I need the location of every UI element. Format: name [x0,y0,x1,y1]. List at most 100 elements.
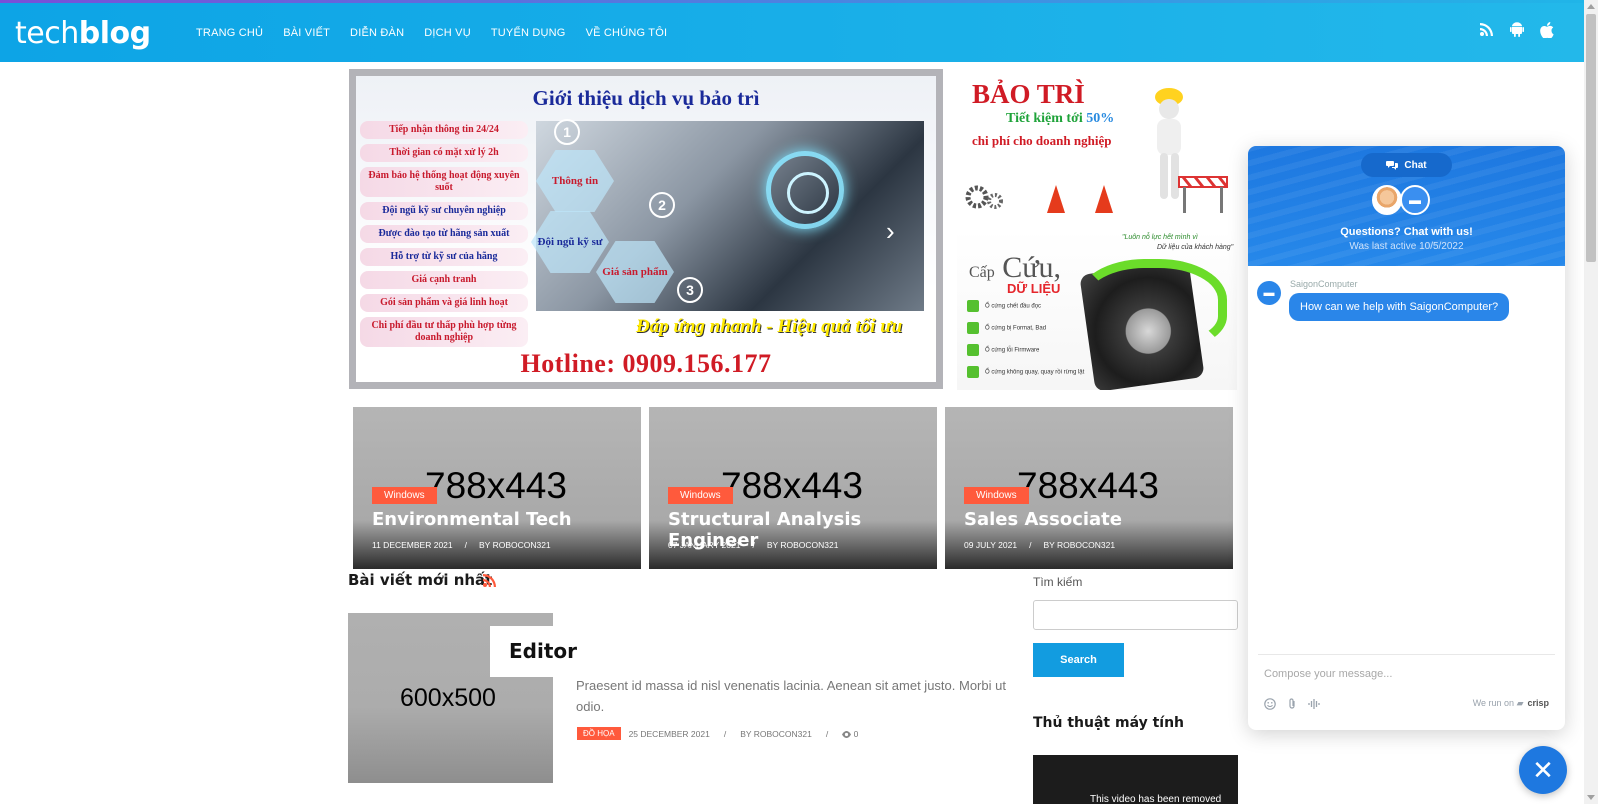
header-icons [1480,22,1554,38]
post-author[interactable]: BY ROBOCON321 [1043,540,1115,550]
banner-feature-item: Hỗ trợ từ kỹ sư của hãng [360,248,528,266]
recovery-check-item: Ổ cứng không quay, quay rồi rừng lật [967,366,1084,378]
crisp-icon: ▰ [1516,698,1524,708]
meta-separator: / [723,728,727,739]
data-recovery-banner[interactable]: Cấp Cứu, DỮ LIỆU "Luôn nỗ lực hết mình v… [957,229,1237,390]
banner-feature-item: Đội ngũ kỹ sư chuyên nghiệp [360,202,528,220]
meta-separator: / [464,540,468,550]
latest-posts-heading: Bài viết mới nhất [348,571,493,589]
audio-icon[interactable] [1308,698,1320,710]
savings-value: 50% [1086,111,1115,126]
video-embed[interactable]: This video has been removed [1033,755,1238,805]
banner-hotline: Hotline: 0909.156.177 [520,349,772,378]
site-header: techblog TRANG CHỦ BÀI VIẾT DIỄN ĐÀN DỊC… [0,3,1584,62]
post-meta: 11 DECEMBER 2021 / BY ROBOCON321 [372,540,551,550]
logo-light: tech [15,16,79,51]
chat-message: How can we help with SaigonComputer? [1289,293,1510,321]
recovery-subtitle: DỮ LIỆU [1007,281,1061,296]
featured-post-card[interactable]: 788x443 Windows Structural Analysis Engi… [649,407,937,569]
chat-header: Chat ▬ Questions? Chat with us! Was last… [1248,146,1565,266]
operator-name: SaigonComputer [1290,279,1358,289]
logo-bold: blog [78,16,151,51]
category-badge[interactable]: Windows [372,487,437,504]
recovery-quote-2: Dữ liệu của khách hàng" [1157,244,1234,251]
maintenance-savings-banner[interactable]: BẢO TRÌ Tiết kiệm tới 50% chi phí cho do… [957,69,1237,221]
tech-ring-graphic [766,151,844,229]
image-placeholder: 788x443 [425,465,567,506]
nav-item-about[interactable]: VỀ CHÚNG TÔI [586,27,668,39]
category-badge[interactable]: Windows [668,487,733,504]
post-title[interactable]: Editor [490,626,593,677]
post-date: 09 JULY 2021 [964,540,1018,550]
traffic-cone-icon [1047,185,1065,213]
page-scrollbar[interactable] [1584,0,1598,804]
featured-post-card[interactable]: 788x443 Windows Environmental Tech 11 DE… [353,407,641,569]
search-button[interactable]: Search [1033,643,1124,677]
banner-feature-list: Tiếp nhận thông tin 24/24 Thời gian có m… [360,121,528,352]
android-icon[interactable] [1510,22,1524,37]
nav-item-posts[interactable]: BÀI VIẾT [283,27,330,39]
operator-avatars: ▬ [1372,185,1442,215]
recovery-title-small: Cấp [969,264,995,281]
nav-item-home[interactable]: TRANG CHỦ [196,27,263,39]
post-meta: ĐỒ HỌA 25 DECEMBER 2021 / BY ROBOCON321 … [577,727,858,740]
operator-icon: ▬ [1257,281,1281,305]
slider-next-arrow[interactable]: › [886,216,895,247]
nav-item-services[interactable]: DỊCH VỤ [424,27,471,39]
view-count: 0 [853,728,859,739]
maintenance-service-banner[interactable]: Giới thiệu dịch vụ bảo trì Tiếp nhận thô… [349,69,943,389]
chat-tab[interactable]: Chat [1361,153,1452,177]
gears-icon [965,185,1003,209]
nav-item-forum[interactable]: DIỄN ĐÀN [350,27,404,39]
chat-tab-label: Chat [1404,159,1427,171]
main-nav: TRANG CHỦ BÀI VIẾT DIỄN ĐÀN DỊCH VỤ TUYỂ… [196,27,667,39]
chat-bubble-icon: ▬ [1400,185,1430,215]
recovery-title-big: Cứu, [1002,251,1062,284]
emoji-icon[interactable] [1264,698,1276,710]
recovery-check-item: Ổ cứng chết đầu đọc [967,300,1041,312]
post-author[interactable]: BY ROBOCON321 [740,729,812,739]
compose-input[interactable]: Compose your message... [1264,668,1392,680]
post-views: 0 [842,729,858,739]
rss-icon[interactable] [483,573,497,587]
category-badge[interactable]: ĐỒ HỌA [577,727,621,740]
apple-icon[interactable] [1540,22,1554,38]
image-placeholder: 600x500 [400,684,496,712]
recovery-quote-1: "Luôn nỗ lực hết mình vì [1122,234,1198,241]
nav-item-jobs[interactable]: TUYỂN DỤNG [491,27,566,39]
post-author[interactable]: BY ROBOCON321 [767,540,839,550]
scrollbar-thumb[interactable] [1586,14,1596,262]
chat-messages: ▬ SaigonComputer How can we help with Sa… [1248,266,1565,646]
banner-feature-item: Chi phí đầu tư thấp phù hợp từng doanh n… [360,317,528,347]
scroll-down-arrow[interactable] [1587,795,1595,800]
chat-brand[interactable]: We run on ▰ crisp [1473,698,1549,709]
chat-compose[interactable]: Compose your message... [1258,654,1555,680]
rss-icon[interactable] [1480,22,1494,36]
step-number-2: 2 [649,192,675,218]
category-badge[interactable]: Windows [964,487,1029,504]
recovery-title: Cấp Cứu, [969,251,1061,285]
tips-heading: Thủ thuật máy tính [1033,715,1185,731]
banner-feature-item: Đảm bảo hệ thống hoạt động xuyên suốt [360,167,528,197]
post-author[interactable]: BY ROBOCON321 [479,540,551,550]
barrier-icon [1178,176,1229,213]
chat-close-button[interactable]: ✕ [1519,746,1567,794]
video-removed-text: This video has been removed [1090,794,1222,805]
post-title[interactable]: Environmental Tech [372,509,572,530]
savings-banner-line: Tiết kiệm tới 50% [1006,111,1114,127]
step-number-3: 3 [677,277,703,303]
site-logo[interactable]: techblog [15,16,151,51]
featured-post-card[interactable]: 788x443 Windows Sales Associate 09 JULY … [945,407,1233,569]
banner-feature-item: Giá cạnh tranh [360,271,528,289]
search-input[interactable] [1033,600,1238,630]
banner-feature-item: Gói sản phẩm và giá linh hoạt [360,294,528,312]
savings-banner-subtitle: chi phí cho doanh nghiệp [972,133,1112,148]
banner-feature-item: Thời gian có mặt xử lý 2h [360,144,528,162]
chat-widget: Chat ▬ Questions? Chat with us! Was last… [1248,146,1565,730]
post-title[interactable]: Sales Associate [964,509,1122,530]
post-date: 11 DECEMBER 2021 [372,540,453,550]
banner-title: Giới thiệu dịch vụ bảo trì [532,86,760,110]
scroll-up-arrow[interactable] [1587,4,1595,9]
attachment-icon[interactable] [1287,698,1297,710]
step-number-1: 1 [554,119,580,145]
